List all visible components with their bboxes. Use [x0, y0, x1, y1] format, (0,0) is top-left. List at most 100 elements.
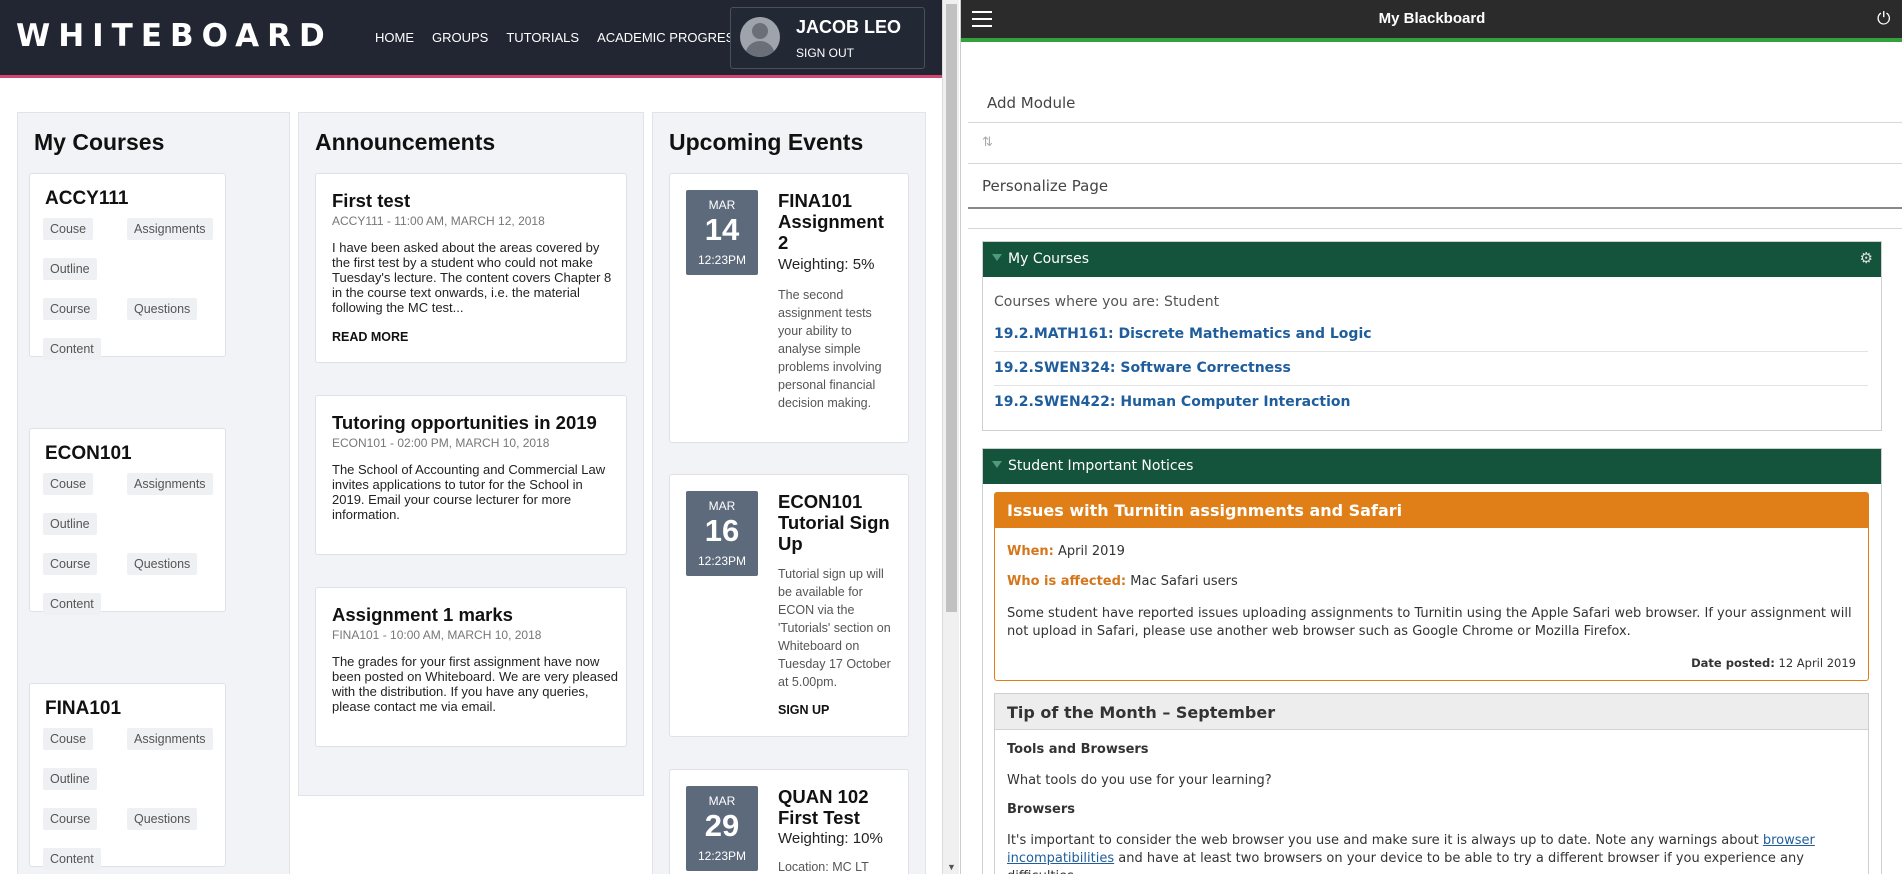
- notice-description: Some student have reported issues upload…: [1007, 606, 1852, 639]
- scrollbar-thumb[interactable]: [946, 4, 957, 612]
- announcement-body: The grades for your first assignment hav…: [332, 654, 618, 714]
- add-module-row: Add Module: [968, 46, 1902, 123]
- reorder-icon[interactable]: ⇅: [982, 135, 993, 150]
- event-day: 16: [704, 513, 740, 548]
- sign-up-link[interactable]: SIGN UP: [778, 703, 829, 717]
- course-tag[interactable]: Questions: [127, 808, 198, 830]
- course-tag[interactable]: Couse: [43, 218, 94, 240]
- collapse-triangle-icon[interactable]: [992, 254, 1002, 261]
- event-time: 12:23PM: [697, 554, 747, 568]
- course-tag[interactable]: Couse: [43, 473, 94, 495]
- course-tag[interactable]: Questions: [127, 553, 198, 575]
- course-tag[interactable]: Course: [43, 553, 98, 575]
- course-tag[interactable]: Assignments: [127, 218, 213, 240]
- course-link-swen324[interactable]: 19.2.SWEN324: Software Correctness: [994, 360, 1868, 386]
- announcement-body: I have been asked about the areas covere…: [332, 240, 612, 315]
- course-tag[interactable]: Outline: [43, 258, 97, 280]
- module-header[interactable]: Student Important Notices: [983, 449, 1881, 484]
- collapse-triangle-icon[interactable]: [992, 461, 1002, 468]
- announcement-title[interactable]: Tutoring opportunities in 2019: [332, 412, 597, 434]
- my-courses-title: My Courses: [34, 129, 165, 155]
- read-more-link[interactable]: READ MORE: [332, 330, 408, 344]
- event-date: MAR 29 12:23PM: [686, 786, 758, 871]
- course-link-swen422[interactable]: 19.2.SWEN422: Human Computer Interaction: [994, 394, 1868, 419]
- nav-tutorials[interactable]: TUTORIALS: [506, 30, 579, 45]
- course-tag[interactable]: Content: [43, 593, 101, 615]
- announcements-title: Announcements: [315, 129, 496, 155]
- event-title[interactable]: QUAN 102 First Test: [778, 786, 896, 828]
- divider: [968, 228, 1902, 229]
- course-tag[interactable]: Content: [43, 338, 101, 360]
- student-notices-module: Student Important Notices Issues with Tu…: [982, 448, 1882, 874]
- tip-heading-browsers: Browsers: [1007, 802, 1075, 817]
- tip-paragraph-browsers: It's important to consider the web brows…: [1007, 832, 1857, 874]
- event-time: 12:23PM: [697, 253, 747, 267]
- event-description: The second assignment tests your ability…: [778, 288, 882, 410]
- course-link-math161[interactable]: 19.2.MATH161: Discrete Mathematics and L…: [994, 326, 1868, 352]
- course-code[interactable]: ACCY111: [45, 188, 128, 210]
- course-code[interactable]: FINA101: [45, 698, 121, 720]
- notice-card: Issues with Turnitin assignments and Saf…: [994, 492, 1869, 681]
- event-time: 12:23PM: [697, 849, 747, 863]
- course-tag[interactable]: Outline: [43, 768, 97, 790]
- course-tag[interactable]: Course: [43, 808, 98, 830]
- notice-date-value: 12 April 2019: [1778, 656, 1857, 670]
- notice-who-label: Who is affected:: [1007, 574, 1127, 589]
- my-courses-panel: My Courses ACCY111 Couse Assignments Out…: [17, 112, 290, 874]
- scrollbar[interactable]: ▼: [942, 0, 959, 874]
- course-tag[interactable]: Couse: [43, 728, 94, 750]
- event-date: MAR 16 12:23PM: [686, 491, 758, 576]
- course-tag[interactable]: Course: [43, 298, 98, 320]
- notice-when-value: April 2019: [1058, 544, 1125, 559]
- course-tag[interactable]: Assignments: [127, 728, 213, 750]
- sign-out-link[interactable]: SIGN OUT: [796, 46, 854, 60]
- event-weighting: Weighting: 5%: [778, 256, 875, 273]
- tip-paragraph: What tools do you use for your learning?: [1007, 773, 1272, 788]
- announcement-title[interactable]: Assignment 1 marks: [332, 604, 513, 626]
- page-title: My Blackboard: [1378, 10, 1486, 27]
- event-day: 14: [704, 212, 740, 247]
- notice-who: Who is affected: Mac Safari users: [1007, 574, 1238, 589]
- announcement-meta: ECON101 - 02:00 PM, MARCH 10, 2018: [332, 436, 550, 450]
- course-tag[interactable]: Content: [43, 848, 101, 870]
- notice-when-label: When:: [1007, 544, 1054, 559]
- power-icon[interactable]: ⏻: [1877, 9, 1890, 29]
- my-courses-module: My Courses ⚙ Courses where you are: Stud…: [982, 241, 1882, 431]
- event-title[interactable]: ECON101 Tutorial Sign Up: [778, 491, 896, 554]
- course-code[interactable]: ECON101: [45, 443, 132, 465]
- announcement-meta: ACCY111 - 11:00 AM, MARCH 12, 2018: [332, 214, 545, 228]
- event-weighting: Weighting: 10%: [778, 830, 883, 847]
- course-tag[interactable]: Questions: [127, 298, 198, 320]
- module-title: Student Important Notices: [1008, 458, 1194, 474]
- personalize-row: Personalize Page: [968, 164, 1902, 209]
- gear-icon[interactable]: ⚙: [1860, 249, 1873, 267]
- whiteboard-logo[interactable]: WHITEBOARD: [16, 18, 333, 54]
- event-month: MAR: [708, 499, 736, 513]
- event-title[interactable]: FINA101 Assignment 2: [778, 190, 896, 253]
- module-title: My Courses: [1008, 251, 1089, 267]
- notice-date-label: Date posted:: [1691, 656, 1775, 670]
- announcement-body: The School of Accounting and Commercial …: [332, 462, 606, 522]
- announcement-card: First test ACCY111 - 11:00 AM, MARCH 12,…: [315, 173, 627, 363]
- course-card: ECON101 Couse Assignments Outline Course…: [29, 428, 226, 615]
- notice-who-value: Mac Safari users: [1130, 574, 1238, 589]
- nav-home[interactable]: HOME: [375, 30, 414, 45]
- announcement-card: Tutoring opportunities in 2019 ECON101 -…: [315, 395, 627, 555]
- module-header[interactable]: My Courses ⚙: [983, 242, 1881, 277]
- event-description: Tutorial sign up will be available for E…: [778, 567, 891, 689]
- announcement-meta: FINA101 - 10:00 AM, MARCH 10, 2018: [332, 628, 542, 642]
- tip-title: Tip of the Month – September: [995, 694, 1868, 730]
- nav-groups[interactable]: GROUPS: [432, 30, 488, 45]
- announcement-title[interactable]: First test: [332, 190, 410, 212]
- reorder-row: ⇅: [968, 123, 1902, 164]
- scroll-down-arrow-icon[interactable]: ▼: [947, 862, 956, 872]
- personalize-page-button[interactable]: Personalize Page: [982, 177, 1108, 195]
- nav-academic-progress[interactable]: ACADEMIC PROGRESS: [597, 30, 743, 45]
- course-tag[interactable]: Outline: [43, 513, 97, 535]
- announcements-panel: Announcements First test ACCY111 - 11:00…: [298, 112, 644, 796]
- event-date: MAR 14 12:23PM: [686, 190, 758, 275]
- avatar[interactable]: [740, 17, 780, 57]
- course-tag[interactable]: Assignments: [127, 473, 213, 495]
- add-module-button[interactable]: Add Module: [987, 94, 1075, 112]
- event-description: Location: MC LT: [778, 860, 869, 874]
